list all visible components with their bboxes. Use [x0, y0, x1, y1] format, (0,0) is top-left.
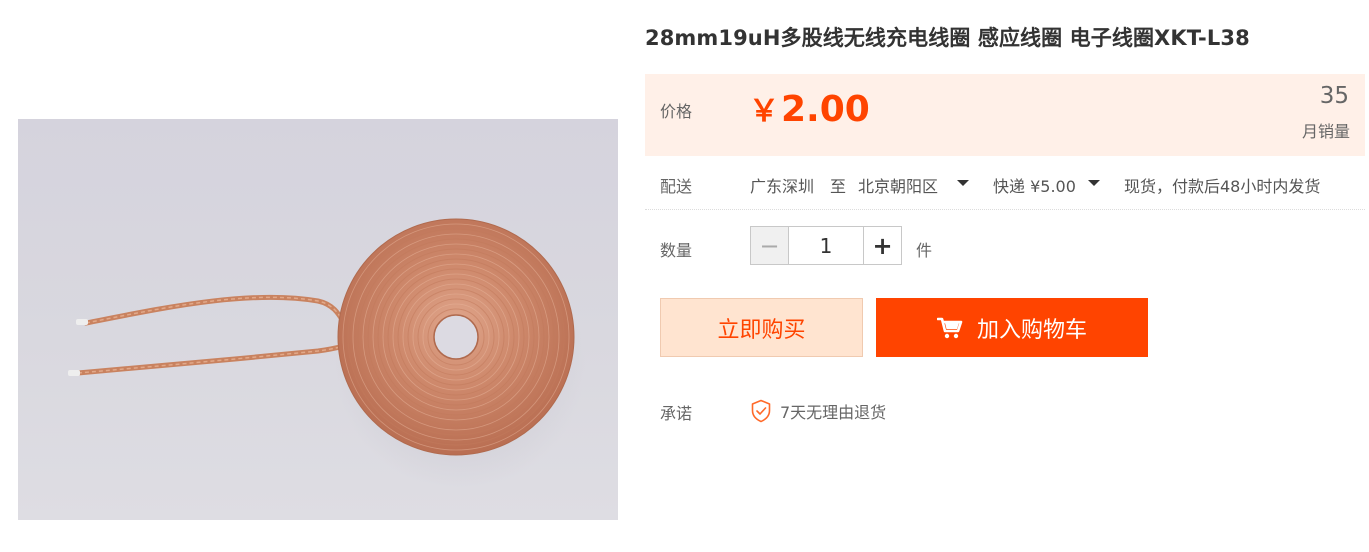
- monthly-sales-count: 35: [1319, 83, 1349, 109]
- copper-coil-illustration: [68, 218, 585, 489]
- currency-symbol: ￥: [749, 94, 779, 129]
- price-label: 价格: [660, 102, 693, 121]
- caret-down-icon[interactable]: [957, 180, 969, 186]
- price-amount: 2.00: [781, 89, 870, 130]
- stock-note: 现货，付款后48小时内发货: [1124, 177, 1321, 196]
- quantity-decrease-button[interactable]: −: [751, 227, 789, 264]
- price-panel: 价格 ￥2.00 35 月销量: [645, 74, 1365, 156]
- caret-down-icon[interactable]: [1088, 180, 1100, 186]
- buy-now-label: 立即购买: [717, 317, 806, 343]
- price-value: ￥2.00: [749, 86, 870, 130]
- quantity-stepper: − +: [750, 226, 902, 265]
- quantity-input[interactable]: [789, 227, 863, 264]
- shipping-label: 配送: [660, 177, 693, 196]
- add-to-cart-label: 加入购物车: [976, 317, 1087, 343]
- monthly-sales-label: 月销量: [1301, 122, 1350, 141]
- promise-return-policy[interactable]: 7天无理由退货: [750, 399, 886, 423]
- quantity-unit: 件: [916, 241, 933, 260]
- shipping-destination-select[interactable]: 北京朝阳区: [858, 173, 938, 197]
- product-title: 28mm19uH多股线无线充电线圈 感应线圈 电子线圈XKT-L38: [645, 26, 1250, 50]
- shipping-origin: 广东深圳: [750, 177, 815, 196]
- product-image[interactable]: [18, 119, 618, 520]
- shipping-row: 配送 广东深圳 至 北京朝阳区 快递 ¥5.00 现货，付款后48小时内发货: [645, 157, 1365, 210]
- buy-now-button[interactable]: 立即购买: [660, 298, 863, 357]
- promise-label: 承诺: [660, 404, 693, 423]
- quantity-row: 数量 − + 件: [645, 225, 1365, 269]
- promise-row: 承诺 7天无理由退货: [645, 397, 1365, 427]
- shipping-to: 至: [830, 177, 847, 196]
- quantity-increase-button[interactable]: +: [863, 227, 901, 264]
- add-to-cart-button[interactable]: 加入购物车: [876, 298, 1148, 357]
- quantity-label: 数量: [660, 241, 693, 260]
- shopping-cart-icon: [936, 317, 963, 339]
- shield-check-icon: [750, 399, 772, 423]
- shipping-method-select[interactable]: 快递 ¥5.00: [993, 173, 1076, 197]
- promise-text: 7天无理由退货: [780, 403, 887, 422]
